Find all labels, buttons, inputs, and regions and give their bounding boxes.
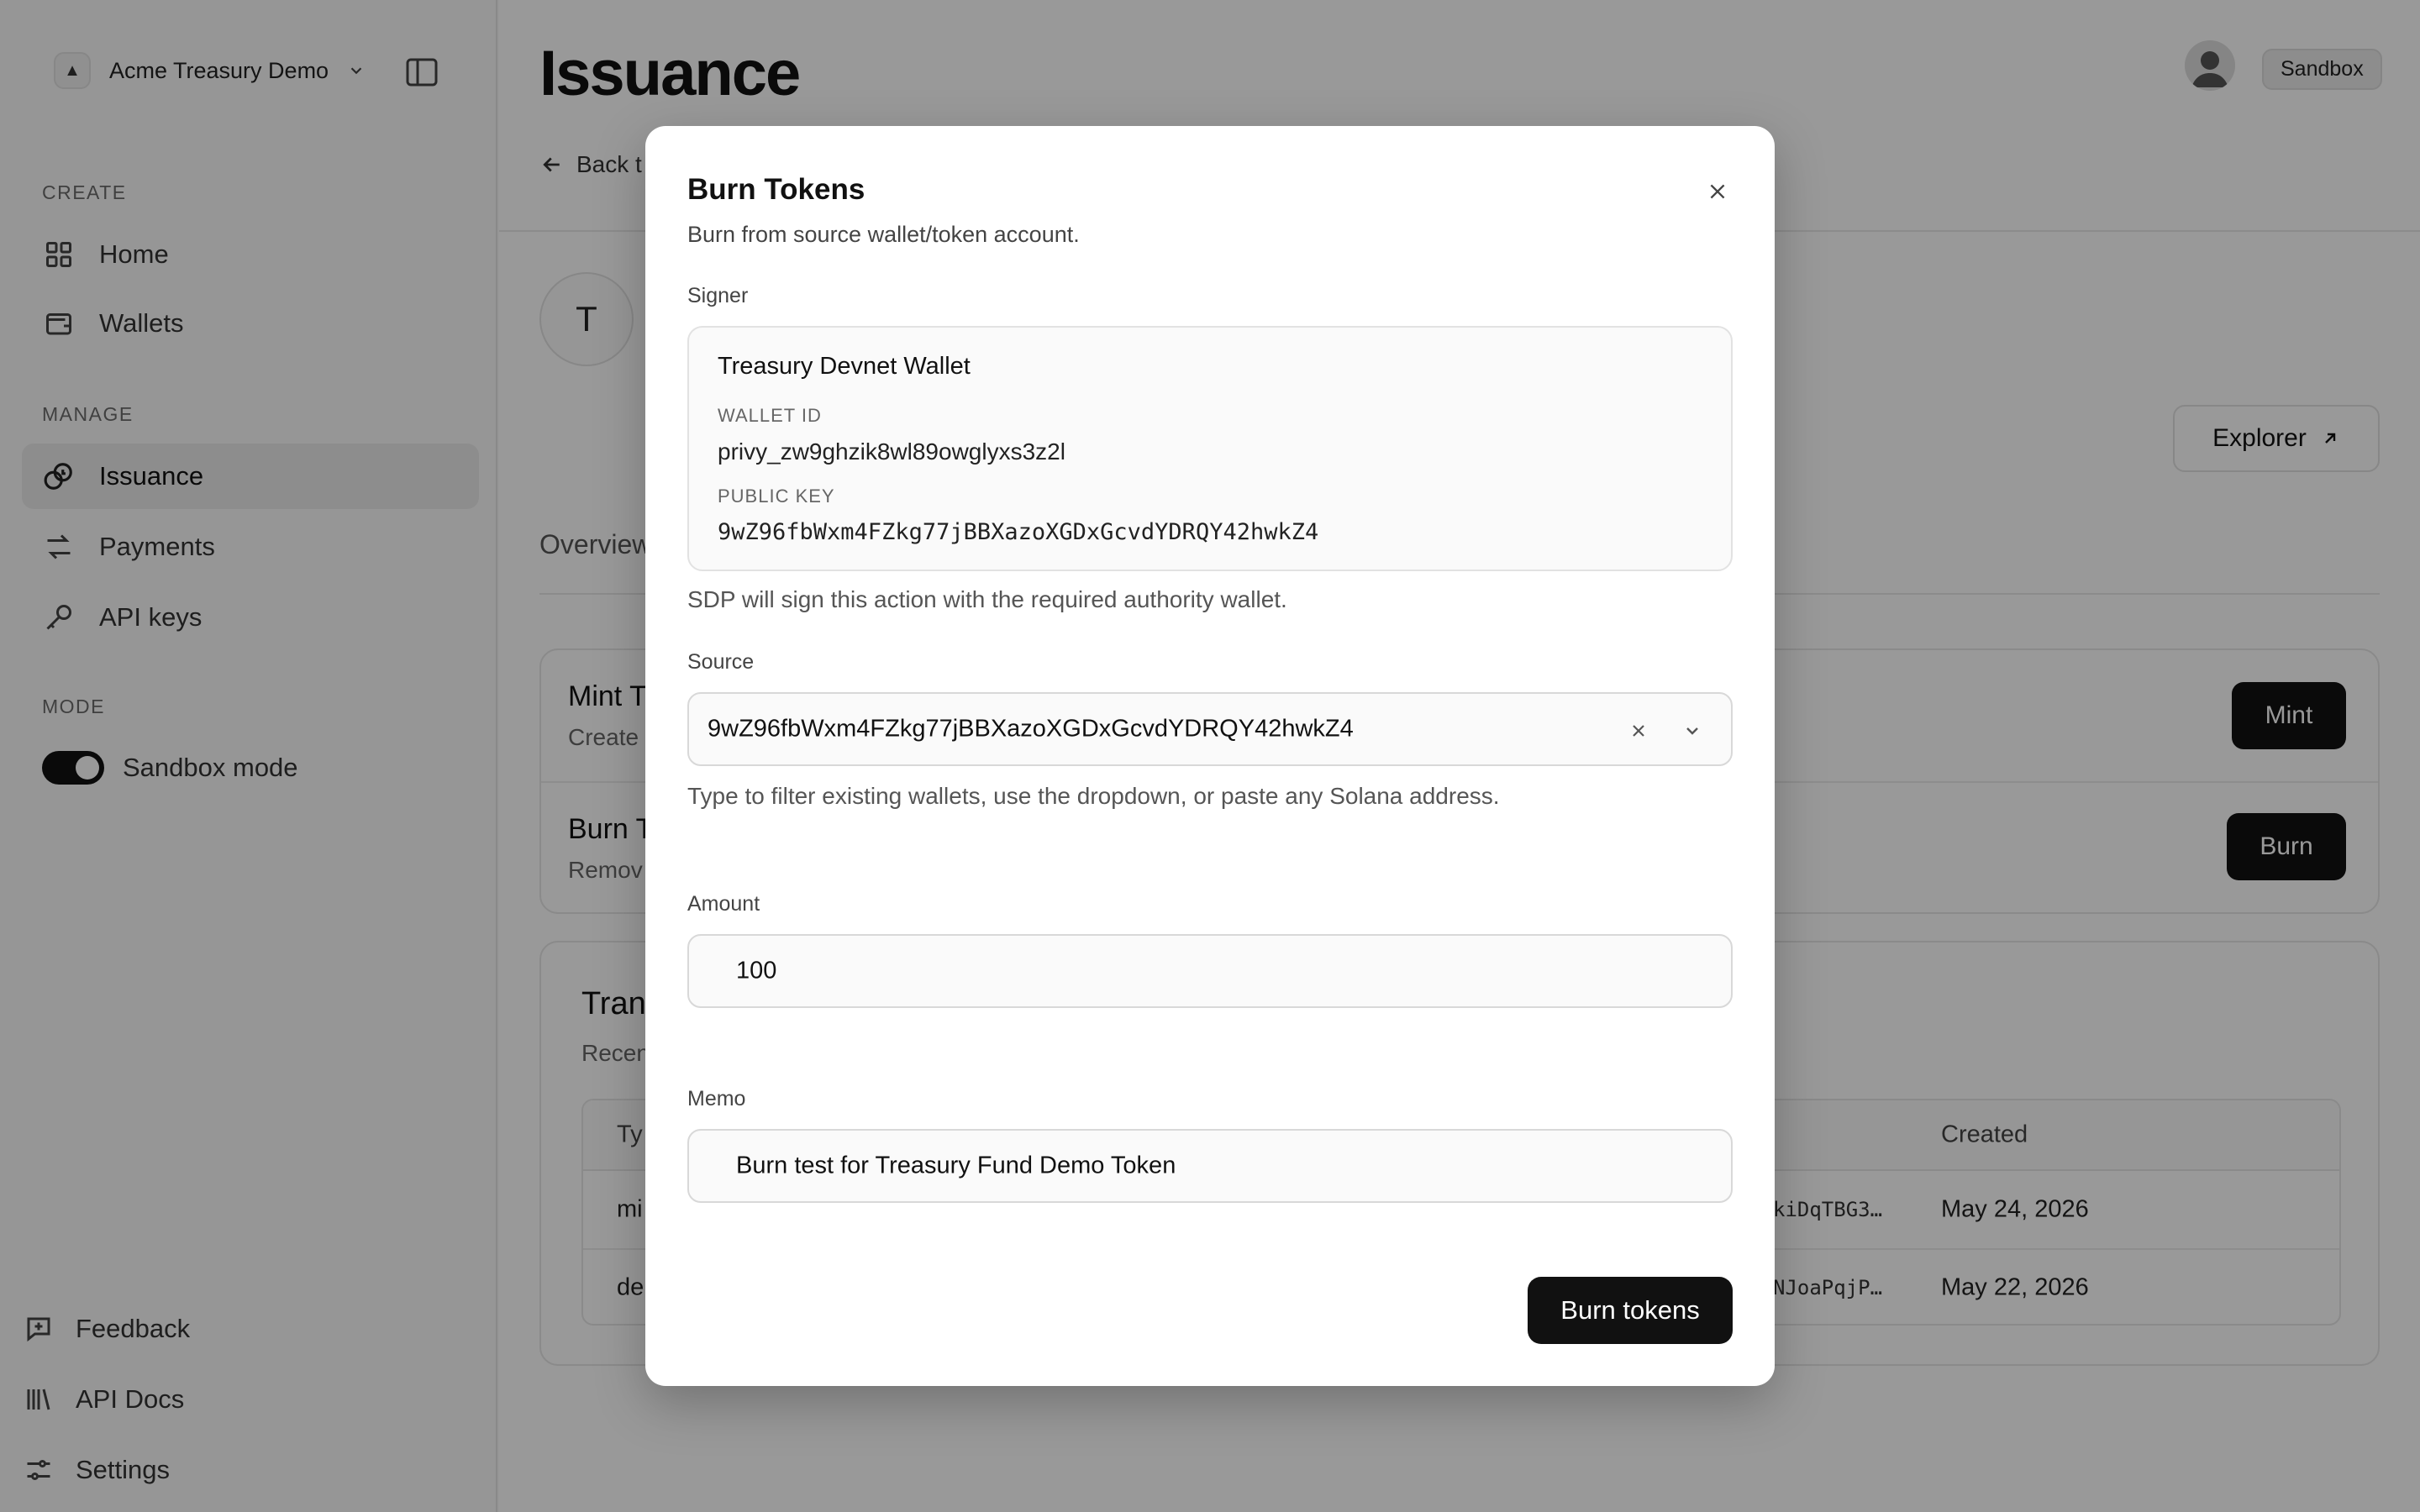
amount-label: Amount	[687, 892, 760, 916]
memo-label: Memo	[687, 1087, 746, 1110]
close-button[interactable]	[1701, 175, 1734, 208]
dialog-subtitle: Burn from source wallet/token account.	[687, 222, 1080, 247]
memo-value: Burn test for Treasury Fund Demo Token	[736, 1152, 1176, 1179]
source-label: Source	[687, 650, 755, 674]
signer-wallet-name: Treasury Devnet Wallet	[718, 353, 971, 380]
signer-label: Signer	[687, 284, 749, 307]
amount-value: 100	[736, 957, 777, 984]
burn-tokens-dialog: Burn Tokens Burn from source wallet/toke…	[645, 126, 1775, 1386]
public-key-label: PUBLIC KEY	[718, 486, 835, 507]
dialog-title: Burn Tokens	[687, 173, 865, 206]
memo-input[interactable]: Burn test for Treasury Fund Demo Token	[687, 1129, 1733, 1203]
wallet-id-label: WALLET ID	[718, 405, 822, 426]
public-key-value: 9wZ96fbWxm4FZkg77jBBXazoXGDxGcvdYDRQY42h…	[718, 519, 1319, 545]
close-icon	[1633, 725, 1644, 737]
clear-source-button[interactable]	[1622, 714, 1655, 748]
amount-input[interactable]: 100	[687, 934, 1733, 1008]
signer-card: Treasury Devnet Wallet WALLET ID privy_z…	[687, 326, 1733, 571]
wallet-id-value: privy_zw9ghzik8wl89owglyxs3z2l	[718, 438, 1065, 465]
signer-helper-text: SDP will sign this action with the requi…	[687, 586, 1287, 612]
close-icon	[1710, 184, 1725, 199]
burn-tokens-button[interactable]: Burn tokens	[1528, 1277, 1733, 1344]
source-combobox[interactable]: 9wZ96fbWxm4FZkg77jBBXazoXGDxGcvdYDRQY42h…	[687, 692, 1733, 766]
source-value: 9wZ96fbWxm4FZkg77jBBXazoXGDxGcvdYDRQY42h…	[708, 715, 1354, 743]
source-helper-text: Type to filter existing wallets, use the…	[687, 783, 1500, 809]
source-dropdown-toggle[interactable]	[1676, 714, 1709, 748]
chevron-down-icon	[1686, 727, 1698, 735]
